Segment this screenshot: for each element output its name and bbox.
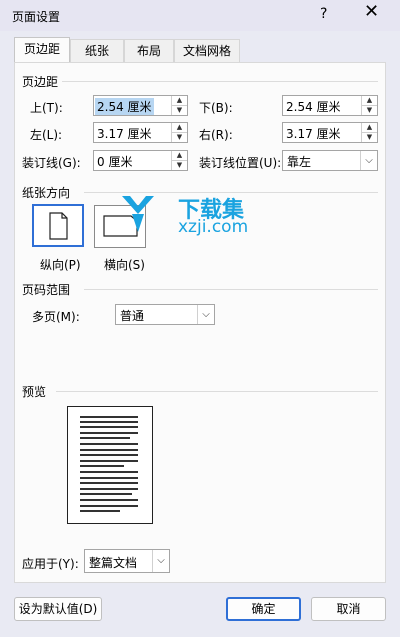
set-default-button[interactable]: 设为默认值(D) [14,597,102,621]
right-margin-input[interactable]: 3.17 厘米 ▲ ▼ [282,122,378,143]
top-margin-label: 上(T): [30,101,63,115]
top-margin-input[interactable]: 2.54 厘米 ▲ ▼ [93,95,188,116]
multiple-pages-select[interactable]: 普通 ⌵ [115,304,215,325]
tab-layout[interactable]: 布局 [124,39,174,62]
portrait-label: 纵向(P) [40,258,81,272]
page-preview [67,406,153,524]
section-orientation: 纸张方向 [22,186,71,200]
gutter-input[interactable]: 0 厘米 ▲ ▼ [93,150,188,171]
watermark: 下载集 xzji.com [118,190,268,240]
gutter-stepper[interactable]: ▲ ▼ [171,151,187,170]
gutter-position-select[interactable]: 靠左 ⌵ [282,150,378,171]
section-margins: 页边距 [22,75,59,89]
bottom-margin-input[interactable]: 2.54 厘米 ▲ ▼ [282,95,378,116]
download-arrow-icon [122,196,154,232]
divider [62,81,378,82]
ok-button[interactable]: 确定 [226,597,301,621]
top-margin-stepper[interactable]: ▲ ▼ [171,96,187,115]
chevron-down-icon: ⌵ [197,305,214,324]
section-pages: 页码范围 [22,283,71,297]
left-margin-label: 左(L): [30,128,63,142]
chevron-down-icon: ⌵ [360,151,377,170]
section-preview: 预览 [22,385,47,399]
portrait-option[interactable] [32,204,84,247]
cancel-button[interactable]: 取消 [311,597,386,621]
chevron-down-icon: ⌵ [152,550,169,572]
tab-margins[interactable]: 页边距 [14,37,70,63]
multiple-pages-label: 多页(M): [32,310,80,324]
divider [84,289,378,290]
left-margin-stepper[interactable]: ▲ ▼ [171,123,187,142]
bottom-margin-label: 下(B): [199,101,233,115]
right-margin-stepper[interactable]: ▲ ▼ [361,123,377,142]
tab-paper[interactable]: 纸张 [70,39,124,62]
right-margin-label: 右(R): [199,128,233,142]
gutter-label: 装订线(G): [22,156,81,170]
help-icon[interactable]: ? [320,6,327,22]
left-margin-input[interactable]: 3.17 厘米 ▲ ▼ [93,122,188,143]
apply-to-select[interactable]: 整篇文档 ⌵ [84,549,170,573]
watermark-site: xzji.com [178,217,249,237]
tab-grid[interactable]: 文档网格 [174,39,240,62]
divider [56,391,378,392]
bottom-margin-stepper[interactable]: ▲ ▼ [361,96,377,115]
dialog-title: 页面设置 [12,10,61,24]
gutter-position-label: 装订线位置(U): [199,156,282,170]
apply-to-label: 应用于(Y): [22,557,79,571]
close-icon[interactable]: ✕ [364,3,379,21]
portrait-page-icon [49,212,68,240]
landscape-label: 横向(S) [104,258,145,272]
